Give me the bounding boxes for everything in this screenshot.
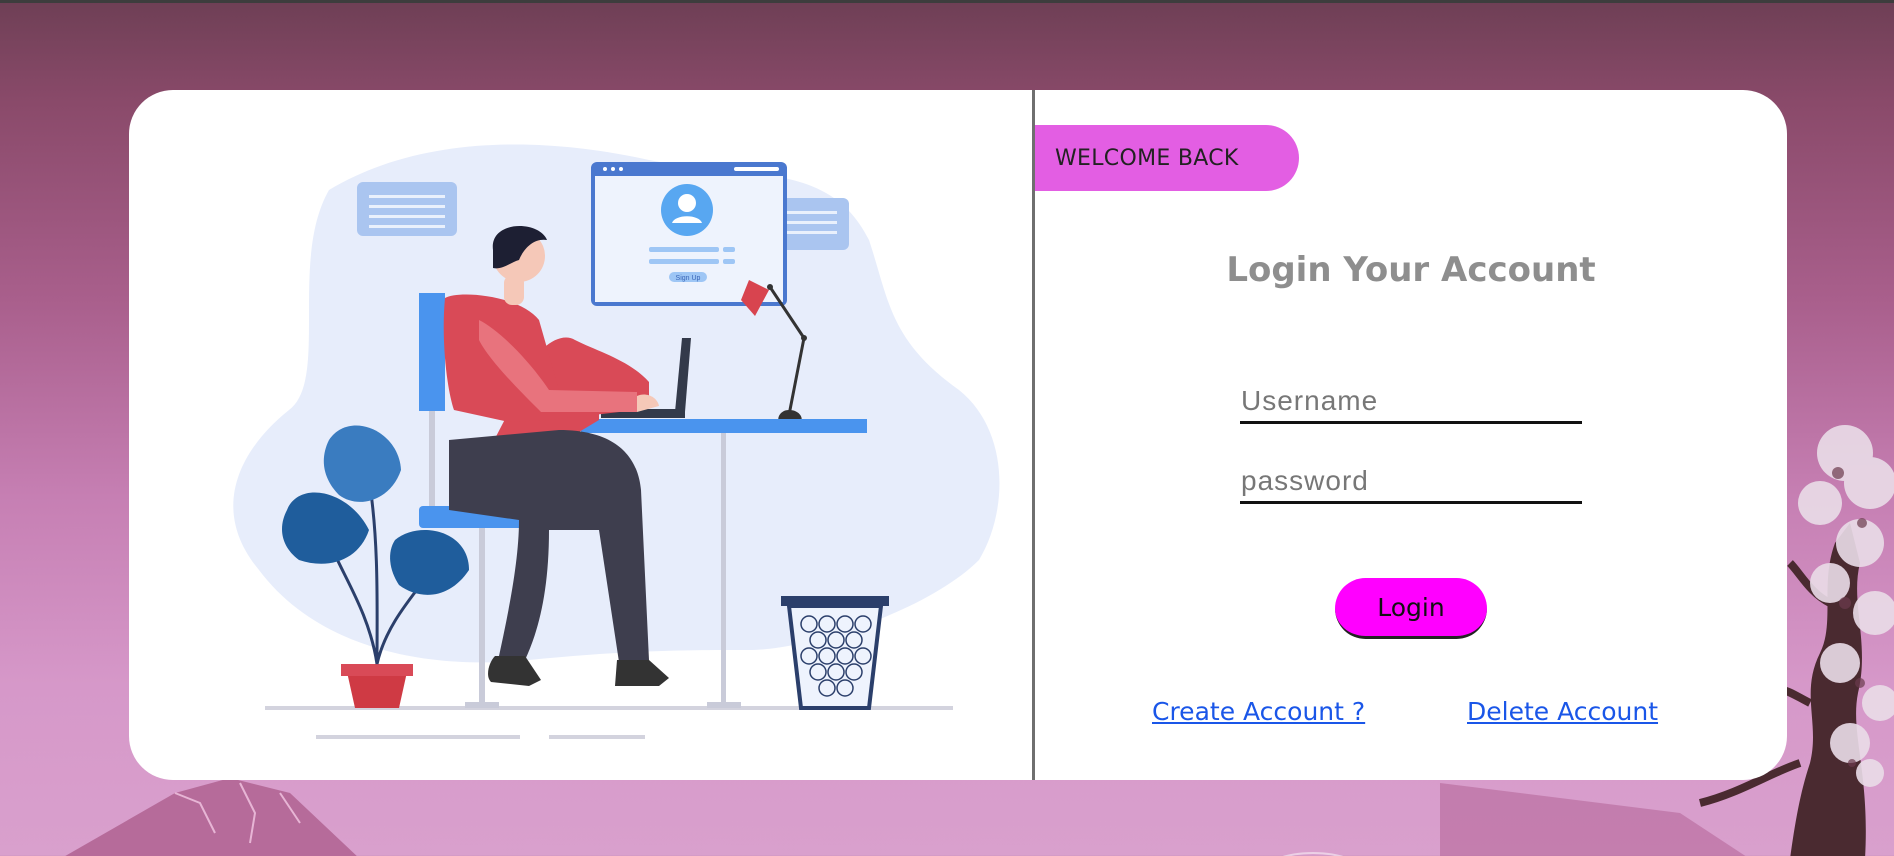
- chat-bubble-left: [357, 182, 457, 236]
- login-card: Sign Up WELCOME BACK Login Your Account …: [129, 90, 1787, 780]
- login-illustration: Sign Up: [233, 144, 1000, 739]
- create-account-link[interactable]: Create Account ?: [1152, 697, 1365, 726]
- username-input[interactable]: [1240, 380, 1582, 424]
- welcome-label: WELCOME BACK: [1055, 145, 1239, 171]
- mountain-silhouette: [65, 778, 1746, 856]
- delete-account-link[interactable]: Delete Account: [1467, 697, 1658, 726]
- illustration-panel: Sign Up: [129, 90, 1032, 780]
- desk: [581, 419, 867, 433]
- page-title: Login Your Account: [1226, 250, 1596, 290]
- password-input[interactable]: [1240, 460, 1582, 504]
- login-form-panel: WELCOME BACK Login Your Account Login Cr…: [1035, 90, 1787, 780]
- welcome-banner: WELCOME BACK: [1035, 125, 1299, 191]
- screen-signup-label: Sign Up: [676, 275, 701, 282]
- user-avatar-icon: [661, 184, 713, 236]
- wastebasket-icon: [781, 596, 889, 710]
- login-button[interactable]: Login: [1335, 578, 1487, 639]
